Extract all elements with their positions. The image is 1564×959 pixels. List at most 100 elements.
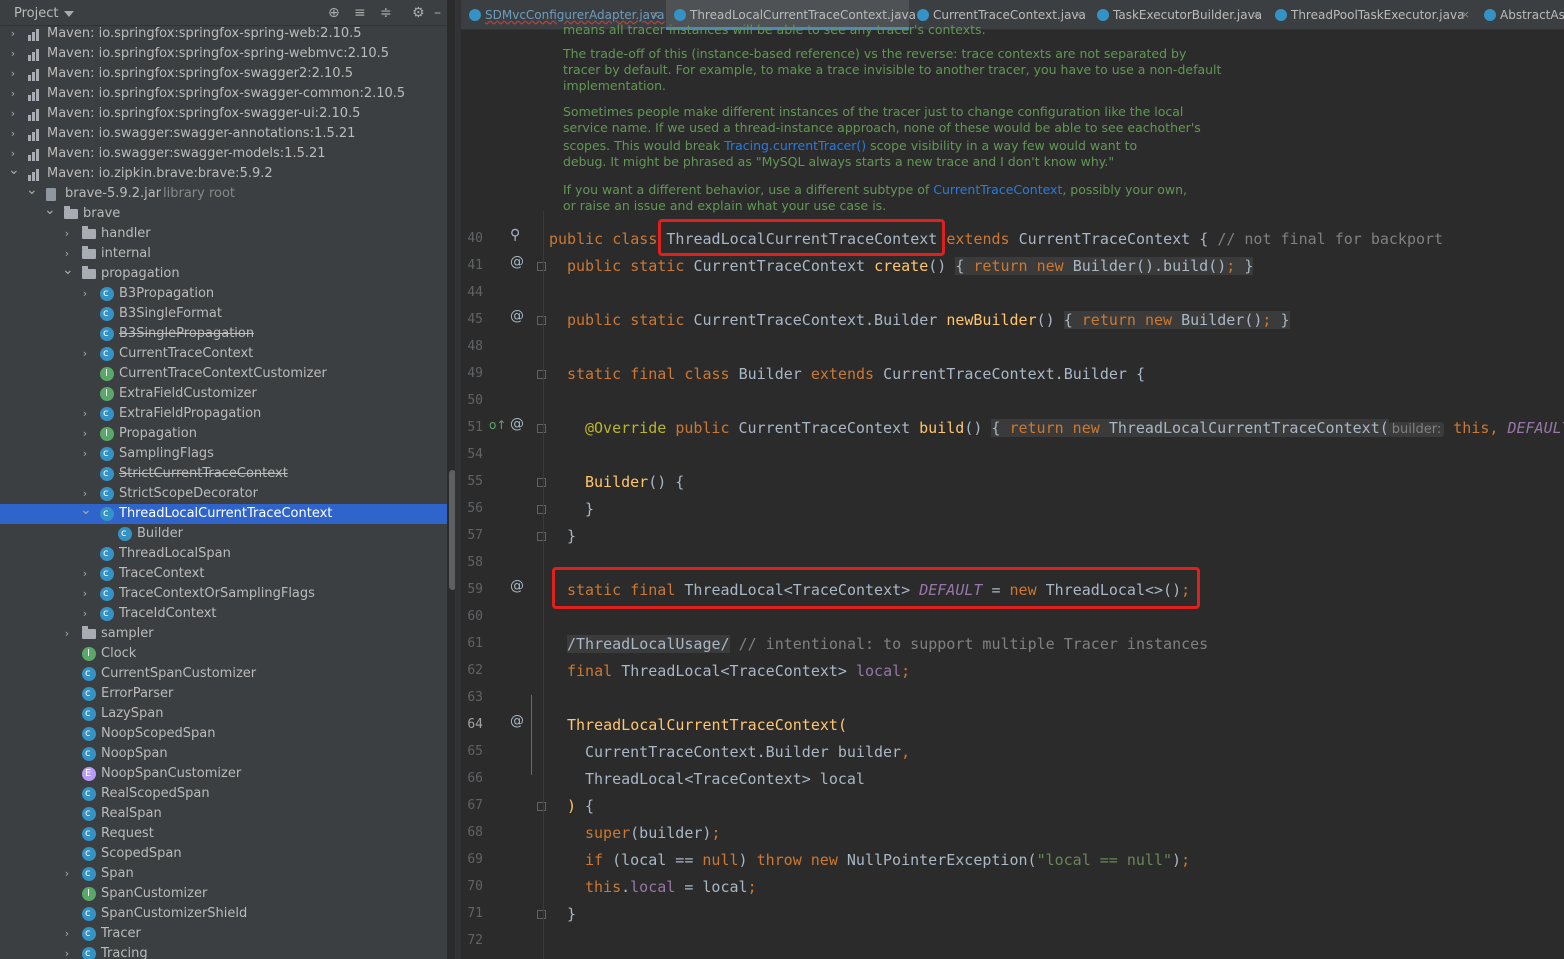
tree-item[interactable]: › Maven: io.springfox:springfox-spring-we… [0,44,447,64]
line-number[interactable]: 65 [461,744,483,759]
line-number[interactable]: 60 [461,609,483,624]
tree-item[interactable]: Request [0,824,447,844]
tree-item[interactable]: › B3Propagation [0,284,447,304]
fold-icon[interactable] [537,424,546,433]
fold-icon[interactable] [537,802,546,811]
chevron-down-icon[interactable]: ⌄ [44,200,56,220]
tree-item[interactable]: › TraceContextOrSamplingFlags [0,584,447,604]
line-number[interactable]: 67 [461,798,483,813]
tree-item[interactable]: › Maven: io.springfox:springfox-swagger2:… [0,64,447,84]
fold-icon[interactable] [537,910,546,919]
chevron-right-icon[interactable]: › [80,404,90,424]
tree-item[interactable]: RealScopedSpan [0,784,447,804]
chevron-right-icon[interactable]: › [62,864,72,884]
line-number[interactable]: 55 [461,474,483,489]
chevron-right-icon[interactable]: › [80,344,90,364]
doc-link[interactable]: CurrentTraceContext [933,182,1062,197]
chevron-down-icon[interactable]: ⌄ [26,180,38,200]
tree-item[interactable]: SpanCustomizerShield [0,904,447,924]
line-number[interactable]: 59 [461,582,483,597]
gear-icon[interactable]: ⚙ [412,5,425,21]
chevron-down-icon[interactable]: ⌄ [8,160,20,180]
line-number[interactable]: 40 [461,231,483,246]
chevron-right-icon[interactable]: › [8,124,18,144]
tree-item[interactable]: NoopScopedSpan [0,724,447,744]
line-number[interactable]: 54 [461,447,483,462]
tree-item[interactable]: › CurrentTraceContext [0,344,447,364]
at-icon[interactable]: @ [510,254,524,270]
tree-item[interactable]: › Maven: io.springfox:springfox-spring-we… [0,24,447,44]
line-number[interactable]: 44 [461,285,483,300]
line-number[interactable]: 63 [461,690,483,705]
chevron-right-icon[interactable]: › [80,284,90,304]
tree-item[interactable]: ⌄ propagation [0,262,447,284]
tree-item[interactable]: › Maven: io.springfox:springfox-swagger-c… [0,84,447,104]
implementation-icon[interactable]: ⚲ [510,227,520,243]
tree-item[interactable]: › Tracing [0,944,447,959]
tree-item[interactable]: ⌄ ThreadLocalCurrentTraceContext [0,502,447,524]
chevron-right-icon[interactable]: › [62,624,72,644]
tree-item[interactable]: CurrentTraceContextCustomizer [0,364,447,384]
line-number[interactable]: 68 [461,825,483,840]
locate-icon[interactable]: ⊕ [328,5,340,21]
chevron-down-icon[interactable] [64,11,74,17]
fold-icon[interactable] [537,370,546,379]
tree-item[interactable]: ⌄ brave-5.9.2.jar library root [0,182,447,204]
chevron-right-icon[interactable]: › [80,584,90,604]
tree-item[interactable]: SpanCustomizer [0,884,447,904]
tree-item[interactable]: › TraceContext [0,564,447,584]
line-number[interactable]: 50 [461,393,483,408]
line-number[interactable]: 51 [461,420,483,435]
close-icon[interactable]: × [1252,0,1261,30]
project-title[interactable]: Project [14,6,58,21]
tree-item[interactable]: B3SingleFormat [0,304,447,324]
tree-item[interactable]: › TraceIdContext [0,604,447,624]
line-number[interactable]: 56 [461,501,483,516]
tree-item[interactable]: ScopedSpan [0,844,447,864]
line-number[interactable]: 49 [461,366,483,381]
line-number[interactable]: 70 [461,879,483,894]
chevron-right-icon[interactable]: › [8,44,18,64]
chevron-right-icon[interactable]: › [62,224,72,244]
chevron-right-icon[interactable]: › [8,64,18,84]
tree-item[interactable]: Builder [0,524,447,544]
editor-tab[interactable]: ThreadPoolTaskExecutor.java × [1267,0,1476,30]
tree-item[interactable]: LazySpan [0,704,447,724]
tree-item[interactable]: ⌄ brave [0,202,447,224]
chevron-right-icon[interactable]: › [62,924,72,944]
editor-tab[interactable]: AbstractAsyn [1476,0,1564,30]
chevron-right-icon[interactable]: › [80,424,90,444]
chevron-right-icon[interactable]: › [8,84,18,104]
tree-item[interactable]: RealSpan [0,804,447,824]
tree-item[interactable]: NoopSpanCustomizer [0,764,447,784]
tree-item[interactable]: Clock [0,644,447,664]
expand-all-icon[interactable]: ≡ [354,5,366,21]
tree-item[interactable]: › sampler [0,624,447,644]
override-icon[interactable]: o↑ [489,418,506,432]
close-icon[interactable]: × [1461,0,1470,30]
line-number[interactable]: 45 [461,312,483,327]
tree-item[interactable]: › SamplingFlags [0,444,447,464]
chevron-down-icon[interactable]: ⌄ [80,500,92,520]
line-number[interactable]: 69 [461,852,483,867]
tree-item[interactable]: › ExtraFieldPropagation [0,404,447,424]
line-number[interactable]: 71 [461,906,483,921]
tree-item[interactable]: › handler [0,224,447,244]
at-icon[interactable]: @ [510,308,524,324]
tree-item[interactable]: › Span [0,864,447,884]
tree-item[interactable]: StrictCurrentTraceContext [0,464,447,484]
hide-icon[interactable]: – [434,5,441,21]
line-number[interactable]: 72 [461,933,483,948]
tree-item[interactable]: CurrentSpanCustomizer [0,664,447,684]
line-number[interactable]: 64 [461,717,483,732]
fold-icon[interactable] [537,262,546,271]
line-number[interactable]: 41 [461,258,483,273]
tree-item[interactable]: ThreadLocalSpan [0,544,447,564]
tree-item[interactable]: NoopSpan [0,744,447,764]
at-icon[interactable]: @ [510,416,524,432]
chevron-right-icon[interactable]: › [62,944,72,959]
line-number[interactable]: 48 [461,339,483,354]
line-number[interactable]: 58 [461,555,483,570]
tree-item[interactable]: ⌄ Maven: io.zipkin.brave:brave:5.9.2 [0,162,447,184]
collapse-all-icon[interactable]: ≑ [380,5,392,21]
